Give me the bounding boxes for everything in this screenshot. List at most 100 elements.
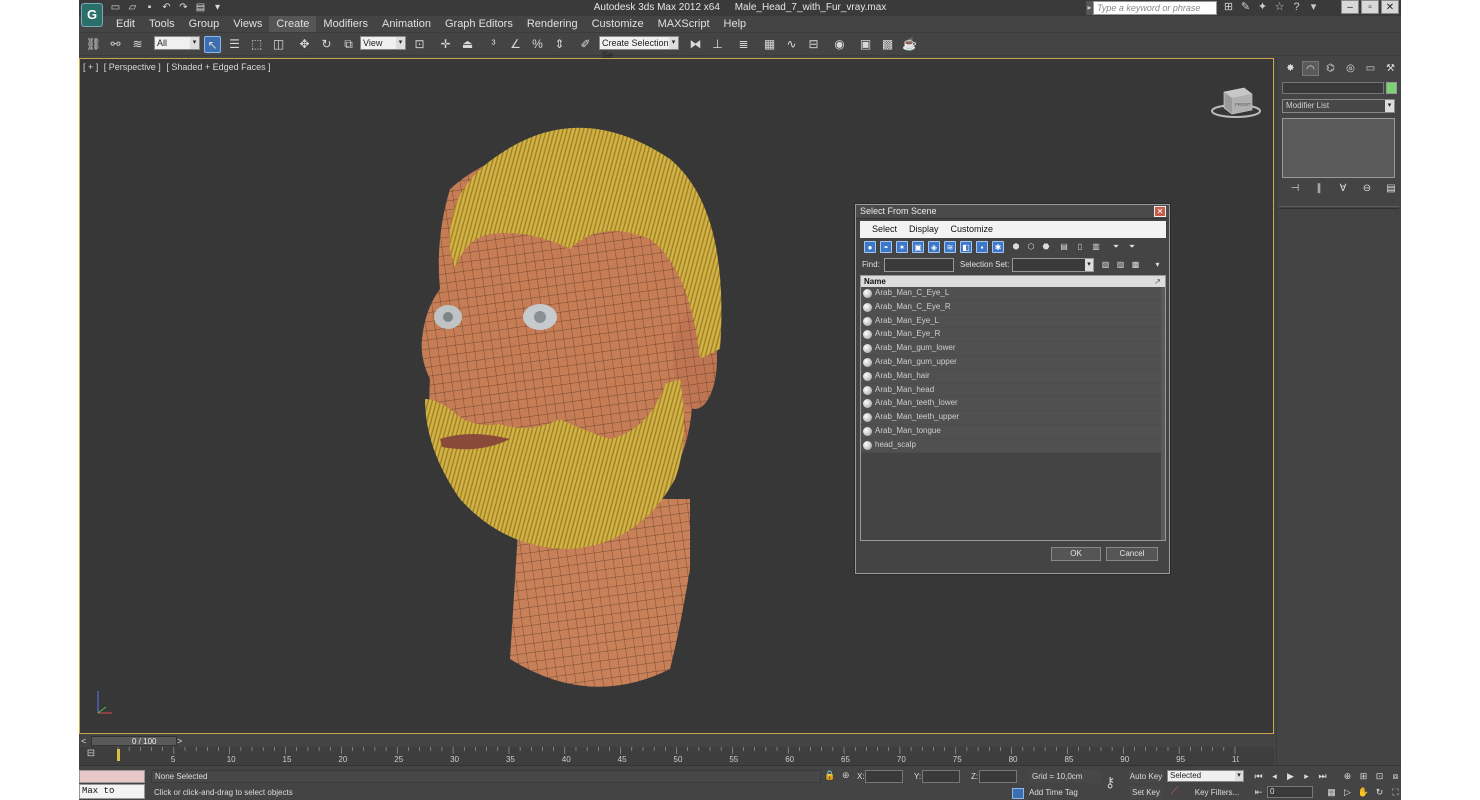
list-item[interactable]: Arab_Man_hair xyxy=(861,369,1165,384)
viewport-shading-label[interactable]: [ Shaded + Edged Faces ] xyxy=(166,62,270,72)
list-item[interactable]: Arab_Man_C_Eye_R xyxy=(861,300,1165,315)
select-object-icon[interactable]: ↖ xyxy=(204,36,221,53)
next-frame-icon[interactable]: > xyxy=(177,736,182,746)
layer-manager-icon[interactable]: ≣ xyxy=(735,36,752,53)
close-button[interactable]: ✕ xyxy=(1381,0,1399,14)
ok-button[interactable]: OK xyxy=(1051,547,1101,561)
rectangular-selection-icon[interactable]: ⬚ xyxy=(248,36,265,53)
menu-group[interactable]: Group xyxy=(182,16,227,32)
previous-key-icon[interactable]: ◂ xyxy=(1268,770,1281,782)
list-item[interactable]: Arab_Man_head xyxy=(861,383,1165,398)
rendered-frame-window-icon[interactable]: ▩ xyxy=(879,36,896,53)
options-dropdown-icon[interactable]: ▾ xyxy=(1152,259,1163,271)
binoculars-icon[interactable]: ⊞ xyxy=(1222,1,1235,14)
zoom-icon[interactable]: ⊕ xyxy=(1341,770,1354,782)
align-icon[interactable]: ⊥ xyxy=(709,36,726,53)
dropdown-arrow-icon[interactable]: ▾ xyxy=(211,1,224,14)
selection-set-add-icon[interactable]: ▨ xyxy=(1115,259,1126,271)
menu-modifiers[interactable]: Modifiers xyxy=(316,16,375,32)
display-all-icon[interactable]: ⬢ xyxy=(1010,241,1022,253)
set-key-button[interactable]: Set Key xyxy=(1129,786,1163,799)
maximize-button[interactable]: ▫ xyxy=(1361,0,1379,14)
viewcube-icon[interactable]: FRONT xyxy=(1210,84,1262,120)
find-input[interactable] xyxy=(884,258,954,272)
save-file-icon[interactable]: ▪ xyxy=(143,1,156,14)
filter-icon[interactable]: ⏷ xyxy=(1110,241,1122,253)
orbit-icon[interactable]: ↻ xyxy=(1373,786,1386,798)
go-to-start-icon[interactable]: ⏮ xyxy=(1252,770,1265,782)
utilities-tab-icon[interactable]: ⚒ xyxy=(1382,61,1399,76)
scale-icon[interactable]: ⧉ xyxy=(340,36,357,53)
mirror-icon[interactable]: ⧓ xyxy=(687,36,704,53)
key-mode-dropdown[interactable]: Selected ▾ xyxy=(1167,770,1244,782)
angle-snap-icon[interactable]: ∠ xyxy=(507,36,524,53)
menu-customize[interactable]: Customize xyxy=(585,16,651,32)
open-file-icon[interactable]: ▱ xyxy=(126,1,139,14)
help-icon[interactable]: ? xyxy=(1290,1,1303,14)
time-slider-handle[interactable]: 0 / 100 xyxy=(91,736,177,746)
display-invert-icon[interactable]: ⬣ xyxy=(1040,241,1052,253)
dialog-title-bar[interactable]: Select From Scene ✕ xyxy=(856,205,1169,219)
help-dropdown-icon[interactable]: ▾ xyxy=(1307,1,1320,14)
modify-tab-icon[interactable]: ◠ xyxy=(1302,61,1319,76)
list-item[interactable]: Arab_Man_C_Eye_L xyxy=(861,287,1165,301)
select-manipulate-icon[interactable]: ✛ xyxy=(437,36,454,53)
pivot-center-icon[interactable]: ⊡ xyxy=(411,36,428,53)
menu-help[interactable]: Help xyxy=(717,16,754,32)
selection-lock-icon[interactable]: 🔒 xyxy=(824,770,835,781)
create-tab-icon[interactable]: ✸ xyxy=(1282,61,1299,76)
current-frame-marker[interactable] xyxy=(117,749,120,761)
select-invert-icon[interactable]: ▥ xyxy=(1090,241,1102,253)
filter-settings-icon[interactable]: ⏷ xyxy=(1126,241,1138,253)
pan-icon[interactable]: ✋ xyxy=(1357,786,1370,798)
object-name-field[interactable] xyxy=(1282,82,1384,94)
list-item[interactable]: Arab_Man_teeth_lower xyxy=(861,397,1165,412)
track-bar[interactable]: ⊟ 5 10 15 20 25 30 35 40 45 50 55 60 65 70 75 80 85 90 95 1… xyxy=(79,747,1274,765)
dialog-menu-customize[interactable]: Customize xyxy=(945,221,1000,238)
display-spacewarps-icon[interactable]: ≋ xyxy=(944,241,956,253)
list-scrollbar[interactable] xyxy=(1161,287,1165,540)
dialog-menu-display[interactable]: Display xyxy=(903,221,945,238)
list-item[interactable]: head_scalp xyxy=(861,438,1165,453)
y-coord-field[interactable] xyxy=(922,770,960,783)
spinner-snap-icon[interactable]: ⇕ xyxy=(551,36,568,53)
key-filter-icon[interactable]: ⟋ xyxy=(1171,786,1178,797)
display-helpers-icon[interactable]: ◈ xyxy=(928,241,940,253)
viewport-label[interactable]: [ + ] [ Perspective ] [ Shaded + Edged F… xyxy=(83,62,274,72)
rotate-icon[interactable]: ↻ xyxy=(318,36,335,53)
move-icon[interactable]: ✥ xyxy=(296,36,313,53)
selection-set-dropdown[interactable]: ▾ xyxy=(1012,258,1094,272)
play-icon[interactable]: ▶ xyxy=(1284,770,1297,782)
next-key-icon[interactable]: ▸ xyxy=(1300,770,1313,782)
redo-icon[interactable]: ↷ xyxy=(177,1,190,14)
field-of-view-icon[interactable]: ▷ xyxy=(1341,786,1354,798)
z-coord-field[interactable] xyxy=(979,770,1017,783)
viewport-view-label[interactable]: [ Perspective ] xyxy=(104,62,161,72)
absolute-mode-icon[interactable]: ⊕ xyxy=(842,770,850,781)
modifier-list-dropdown[interactable]: Modifier List ▾ xyxy=(1282,99,1395,113)
display-groups-icon[interactable]: ◧ xyxy=(960,241,972,253)
modifier-stack[interactable] xyxy=(1282,118,1395,178)
unlink-icon[interactable]: ⚯ xyxy=(107,36,124,53)
auto-key-button[interactable]: Auto Key xyxy=(1129,770,1163,783)
keyboard-shortcut-override-icon[interactable]: ⏏ xyxy=(459,36,476,53)
x-coord-field[interactable] xyxy=(865,770,903,783)
mini-curve-editor-icon[interactable]: ⊟ xyxy=(83,748,99,762)
reference-coordinate-dropdown[interactable]: View ▾ xyxy=(360,36,406,50)
bind-space-warp-icon[interactable]: ≋ xyxy=(129,36,146,53)
current-frame-field[interactable]: 0 xyxy=(1267,786,1313,798)
search-expand-icon[interactable]: ▸ xyxy=(1086,1,1093,15)
render-production-icon[interactable]: ☕ xyxy=(901,36,918,53)
selection-set-remove-icon[interactable]: ▩ xyxy=(1130,259,1141,271)
menu-rendering[interactable]: Rendering xyxy=(520,16,585,32)
name-column-header[interactable]: Name ↗ xyxy=(861,276,1165,287)
maximize-viewport-icon[interactable]: ⛶ xyxy=(1389,786,1402,798)
named-selection-dropdown[interactable]: Create Selection Se ▾ xyxy=(599,36,679,60)
application-button[interactable]: G xyxy=(81,3,103,27)
key-mode-toggle-icon[interactable]: ⇤ xyxy=(1252,786,1265,798)
menu-maxscript[interactable]: MAXScript xyxy=(651,16,717,32)
remove-modifier-icon[interactable]: ⊖ xyxy=(1361,183,1373,195)
list-item[interactable]: Arab_Man_tongue xyxy=(861,424,1165,439)
list-item[interactable]: Arab_Man_Eye_L xyxy=(861,314,1165,329)
select-and-link-icon[interactable]: ⛓ xyxy=(85,36,102,53)
